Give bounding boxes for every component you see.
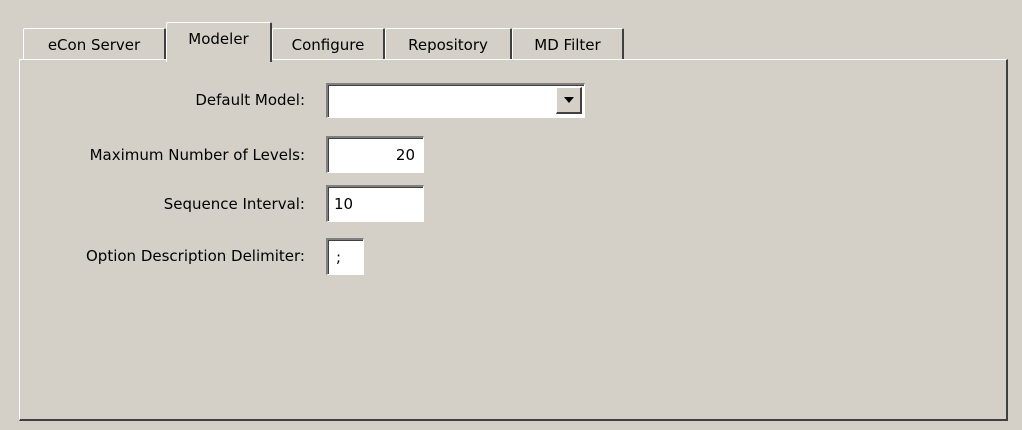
- option-delimiter-input[interactable]: [326, 238, 364, 275]
- tab-label: Repository: [408, 35, 488, 54]
- tab-panel-modeler: Default Model: Maximum Number of Levels:…: [19, 59, 1008, 421]
- tab-label: eCon Server: [47, 35, 141, 54]
- sequence-interval-input[interactable]: [326, 185, 424, 222]
- tab-configure[interactable]: Configure: [272, 28, 385, 60]
- tab-md-filter[interactable]: MD Filter: [512, 28, 624, 60]
- default-model-label: Default Model:: [195, 91, 305, 109]
- tab-label: MD Filter: [534, 35, 601, 54]
- tab-label: Modeler: [188, 30, 249, 48]
- tab-repository[interactable]: Repository: [385, 28, 512, 60]
- tab-modeler[interactable]: Modeler: [166, 22, 272, 62]
- default-model-select[interactable]: [326, 83, 585, 118]
- max-levels-input[interactable]: [326, 136, 424, 173]
- tab-label: Configure: [291, 35, 365, 54]
- window: eCon Server Modeler Configure Repository…: [0, 0, 1022, 430]
- chevron-down-icon: [563, 97, 574, 103]
- sequence-interval-label: Sequence Interval:: [163, 195, 305, 213]
- option-delimiter-label: Option Description Delimiter:: [86, 247, 305, 265]
- default-model-dropdown-button[interactable]: [556, 87, 582, 114]
- max-levels-label: Maximum Number of Levels:: [89, 146, 305, 164]
- tab-econ-server[interactable]: eCon Server: [23, 28, 166, 60]
